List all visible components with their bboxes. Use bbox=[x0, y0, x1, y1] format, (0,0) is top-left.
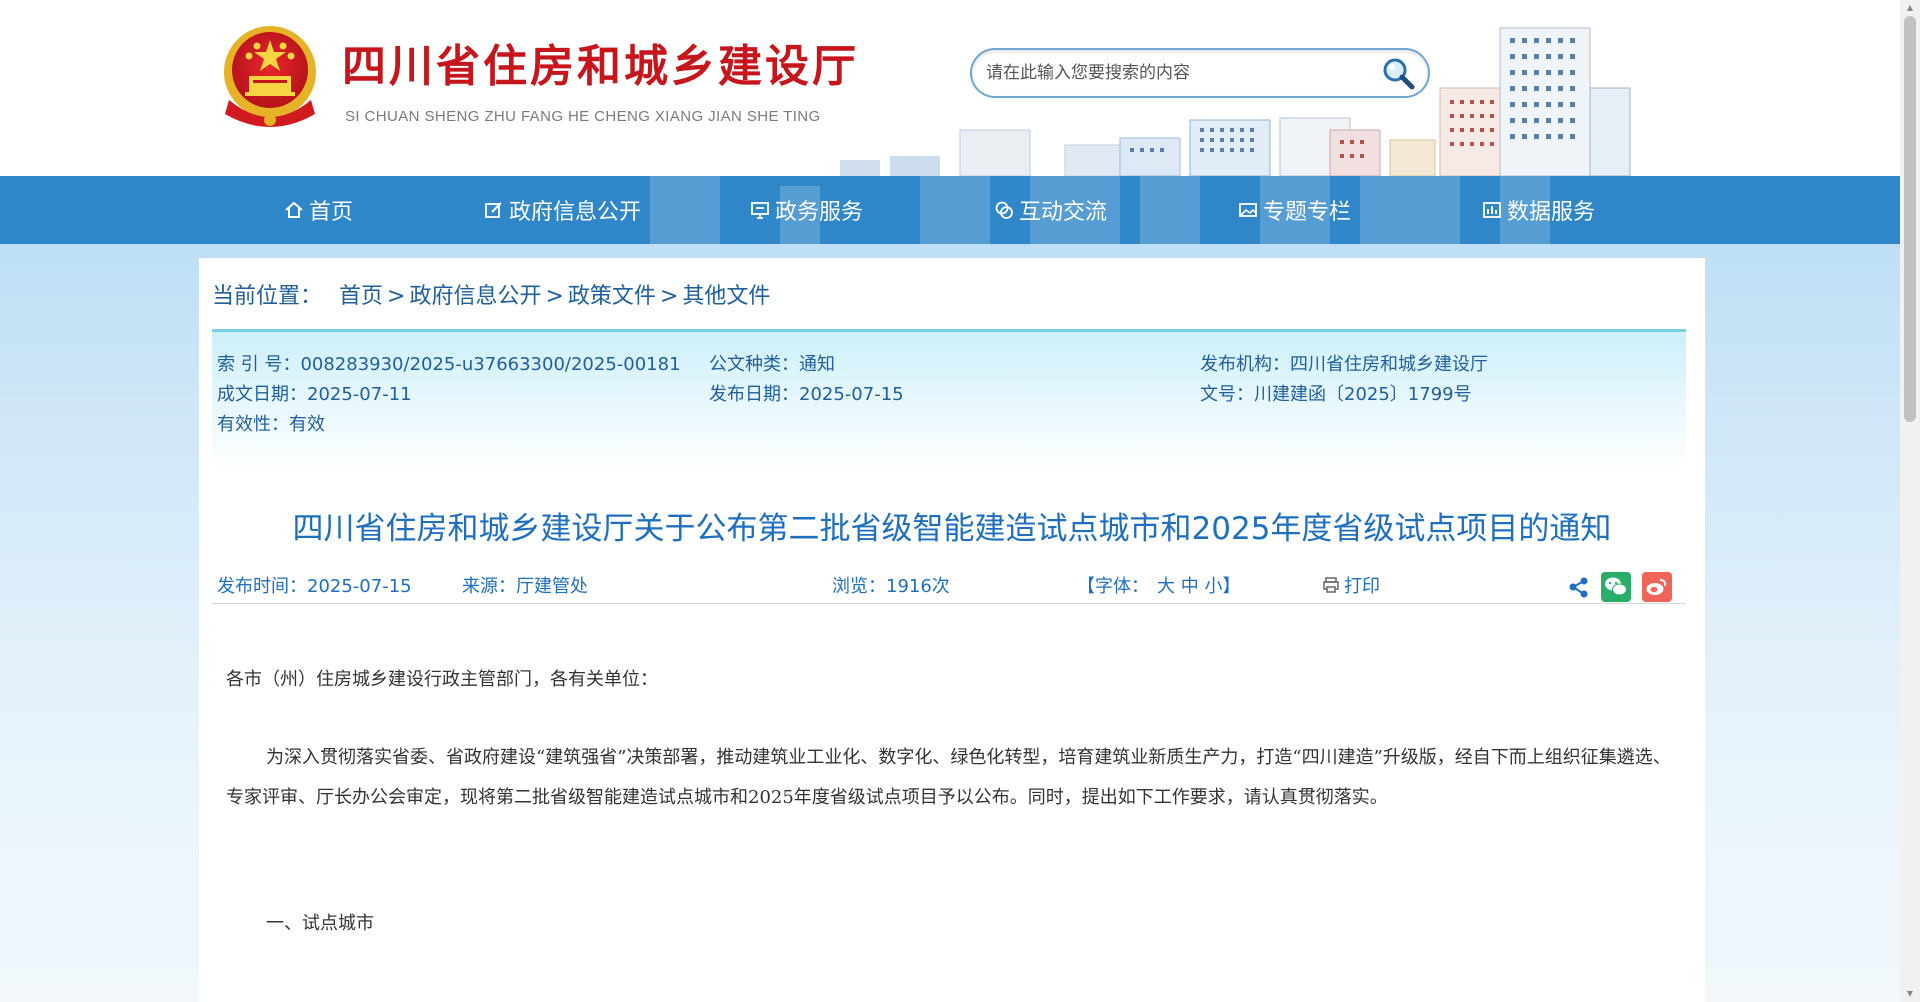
meta-publisher: 发布机构：四川省住房和城乡建设厅 bbox=[1200, 354, 1488, 375]
breadcrumb-separator: > bbox=[659, 284, 679, 309]
nav-item-label: 首页 bbox=[309, 200, 354, 225]
nav-item-label: 数据服务 bbox=[1507, 200, 1596, 225]
font-size-selector: 【字体： 大 中 小】 bbox=[1077, 572, 1240, 598]
content-panel: 当前位置： 首页 > 政府信息公开 > 政策文件 > 其他文件 索 引 号：00828393… bbox=[199, 258, 1705, 1002]
article-salutation: 各市（州）住房城乡建设行政主管部门，各有关单位： bbox=[226, 669, 658, 690]
font-size-large[interactable]: 大 bbox=[1157, 576, 1175, 597]
meta-created-date: 成文日期：2025-07-11 bbox=[217, 384, 412, 405]
breadcrumb-link-other-documents[interactable]: 其他文件 bbox=[682, 284, 770, 309]
breadcrumb-link-government-info[interactable]: 政府信息公开 bbox=[409, 284, 541, 309]
article-info-bar: 发布时间：2025-07-15 来源：厅建管处 浏览：1916次 【字体： 大 中… bbox=[212, 564, 1686, 604]
image-icon bbox=[1239, 203, 1257, 217]
nav-item-government-services[interactable]: 政务服务 bbox=[750, 176, 863, 244]
article-title: 四川省住房和城乡建设厅关于公布第二批省级智能建造试点城市和2025年度省级试点项… bbox=[292, 511, 1612, 547]
breadcrumb: 当前位置： 首页 > 政府信息公开 > 政策文件 > 其他文件 bbox=[212, 278, 770, 310]
scroll-down-arrow-icon[interactable]: ▼ bbox=[1905, 989, 1915, 999]
weibo-share-icon[interactable] bbox=[1642, 572, 1672, 602]
breadcrumb-link-home[interactable]: 首页 bbox=[339, 284, 383, 309]
nav-item-data-services[interactable]: 数据服务 bbox=[1482, 176, 1595, 244]
breadcrumb-separator: > bbox=[387, 284, 406, 309]
meta-document-number: 文号：川建建函〔2025〕1799号 bbox=[1200, 384, 1472, 405]
nav-item-label: 政府信息公开 bbox=[509, 200, 642, 225]
breadcrumb-link-policy-documents[interactable]: 政策文件 bbox=[568, 284, 656, 309]
monitor-icon bbox=[751, 202, 769, 219]
print-button[interactable]: 打印 bbox=[1322, 572, 1380, 598]
share-icon[interactable] bbox=[1564, 572, 1594, 602]
meta-document-type: 公文种类：通知 bbox=[709, 354, 835, 375]
breadcrumb-separator: > bbox=[545, 284, 564, 309]
meta-index-number: 索 引 号：008283930/2025-u37663300/2025-0018… bbox=[217, 354, 681, 375]
font-size-label-close: 】 bbox=[1222, 576, 1241, 597]
nav-item-special-topics[interactable]: 专题专栏 bbox=[1238, 176, 1351, 244]
nav-item-label: 专题专栏 bbox=[1263, 200, 1352, 225]
main-nav: 首页 政府信息公开 政务服务 互动交流 专题专栏 数据服务 bbox=[0, 176, 1900, 244]
font-size-medium[interactable]: 中 bbox=[1181, 576, 1199, 597]
publish-time: 发布时间：2025-07-15 bbox=[217, 576, 412, 597]
meta-publish-date: 发布日期：2025-07-15 bbox=[709, 384, 904, 405]
font-size-label-open: 【字体： bbox=[1077, 576, 1149, 597]
meta-validity: 有效性：有效 bbox=[217, 414, 325, 435]
national-emblem-logo bbox=[224, 26, 316, 127]
font-size-small[interactable]: 小 bbox=[1204, 576, 1222, 597]
printer-icon bbox=[1323, 577, 1339, 593]
chat-icon bbox=[995, 201, 1013, 219]
article-section-heading: 一、试点城市 bbox=[266, 913, 374, 934]
edit-icon bbox=[485, 202, 502, 218]
breadcrumb-label: 当前位置： bbox=[212, 284, 323, 309]
article-paragraph: 为深入贯彻落实省委、省政府建设“建筑强省”决策部署，推动建筑业工业化、数字化、绿… bbox=[226, 747, 1671, 808]
nav-item-label: 政务服务 bbox=[775, 200, 864, 225]
document-metadata: 索 引 号：008283930/2025-u37663300/2025-0018… bbox=[212, 329, 1686, 471]
chart-icon bbox=[1483, 202, 1501, 218]
nav-item-government-info[interactable]: 政府信息公开 bbox=[484, 176, 641, 244]
wechat-share-icon[interactable] bbox=[1601, 572, 1631, 602]
city-skyline-illustration bbox=[840, 27, 1631, 176]
page-scrollbar[interactable]: ▲ ▼ bbox=[1900, 0, 1920, 1002]
site-header: 四川省住房和城乡建设厅 SI CHUAN SHENG ZHU FANG HE C… bbox=[0, 0, 1900, 176]
nav-item-interaction[interactable]: 互动交流 bbox=[994, 176, 1107, 244]
print-label: 打印 bbox=[1344, 576, 1380, 597]
article-source: 来源：厅建管处 bbox=[462, 576, 588, 597]
view-count: 浏览：1916次 bbox=[832, 576, 950, 597]
scrollbar-thumb[interactable] bbox=[1904, 16, 1916, 422]
site-subtitle: SI CHUAN SHENG ZHU FANG HE CHENG XIANG J… bbox=[345, 108, 821, 125]
home-icon bbox=[285, 201, 303, 218]
scroll-up-arrow-icon[interactable]: ▲ bbox=[1905, 3, 1915, 13]
nav-item-label: 互动交流 bbox=[1019, 200, 1108, 225]
nav-item-home[interactable]: 首页 bbox=[284, 176, 353, 244]
